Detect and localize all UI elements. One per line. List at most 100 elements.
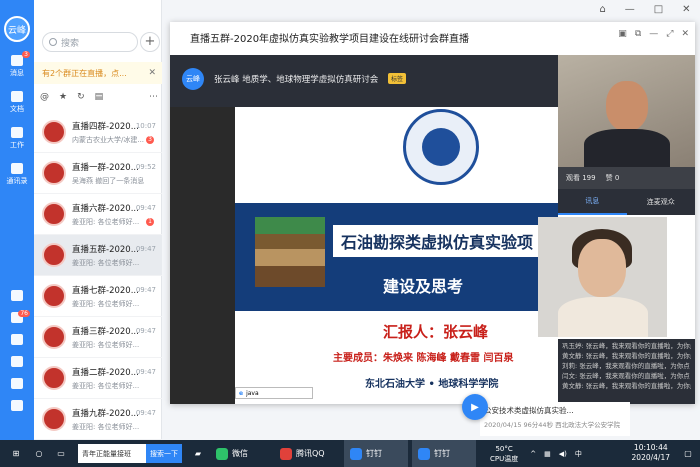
group-avatar	[42, 366, 66, 390]
task-view-icon[interactable]: ▭	[52, 440, 70, 467]
close-button[interactable]: ✕	[682, 4, 690, 18]
chat-item[interactable]: 直播七群-2020... 姜亚阳: 各位老师好... 09:47	[34, 276, 162, 317]
slide: 石油勘探类虚拟仿真实验项 建设及思考 汇报人：张云峰 主要成员：朱焕来 陈海峰 …	[235, 107, 558, 404]
group-avatar	[42, 243, 66, 267]
message-icon	[11, 54, 23, 66]
windows-start-icon[interactable]: ⊞	[6, 440, 26, 467]
tray-expand-icon[interactable]: ^	[530, 450, 536, 458]
slide-toolbar[interactable]: e java	[235, 387, 313, 399]
message-line: 黄文静: 张云峰，我来观看你的直播啦，为你点	[562, 382, 691, 390]
notification-icon[interactable]: ▢	[680, 440, 696, 467]
slide-university: 东北石油大学 • 地球科学学院	[365, 379, 499, 390]
more-icon[interactable]: ⋯	[149, 92, 158, 106]
chat-list: 直播四群-2020... 内蒙古农业大学/冰建... 10:07 3 直播一群-202…	[34, 112, 162, 440]
message-feed: 巩玉婷: 张云峰，我来观看你的直播啦，为你点 黄文静: 张云峰，我来观看你的直播…	[558, 339, 695, 404]
message-line: 黄文静: 张云峰，我来观看你的直播啦，为你点	[562, 352, 691, 360]
close-button[interactable]: ✕	[681, 29, 689, 39]
group-avatar	[42, 407, 66, 431]
document-icon	[11, 90, 23, 102]
ding-icon[interactable]	[0, 373, 34, 395]
university-seal	[403, 109, 479, 185]
cpu-temp[interactable]: 50°C CPU温度	[490, 444, 518, 464]
calendar-icon[interactable]	[0, 285, 34, 307]
clipboard-icon[interactable]: ▤	[95, 92, 104, 106]
play-icon[interactable]: ▶	[462, 394, 488, 420]
add-button[interactable]: +	[140, 32, 160, 52]
taskbar-app-qq[interactable]: 腾讯QQ	[274, 440, 331, 467]
replay-meta: 2020/04/15 96分44秒 西北政法大学公安学院	[484, 421, 621, 429]
system-tray: 50°C CPU温度 ^ ▦ ◀) 中	[490, 440, 582, 467]
star-icon[interactable]: ★	[59, 92, 67, 106]
presenter-tag: 标签	[388, 73, 407, 84]
unread-badge: 1	[146, 218, 154, 226]
chat-item[interactable]: 直播九群-2020... 姜亚阳: 各位老师好... 09:47	[34, 399, 162, 440]
nav-contacts[interactable]: 通讯录	[0, 156, 34, 192]
group-avatar	[42, 120, 66, 144]
user-avatar[interactable]: 云峰	[4, 16, 30, 42]
close-icon[interactable]: ✕	[148, 68, 156, 78]
presenter-camera	[558, 55, 695, 167]
message-line: 刘莉: 张云峰，我来观看你的直播啦，为你点	[562, 362, 690, 370]
nav-messages[interactable]: 消息 3	[0, 48, 34, 84]
wechat-icon	[216, 447, 228, 460]
nav-docs[interactable]: 文档	[0, 84, 34, 120]
live-notice-bar[interactable]: 有2个群正在直播，点... ✕	[34, 62, 162, 84]
contacts-icon	[11, 162, 23, 174]
live-stats: 观看 199 赞 0	[558, 167, 695, 189]
ime-indicator[interactable]: 中	[575, 449, 582, 459]
chat-item[interactable]: 直播二群-2020... 姜亚阳: 各位老师好... 09:47	[34, 358, 162, 399]
ie-icon: e	[239, 389, 244, 397]
cortana-icon[interactable]: ○	[30, 440, 48, 467]
live-stream-window: 直播五群-2020年虚拟仿真实验教学项目建设在线研讨会群直播 ▣ ⧉ — ⤢ ✕…	[170, 22, 695, 404]
network-icon[interactable]: ▦	[544, 450, 551, 458]
fullscreen-icon[interactable]: ⤢	[666, 29, 673, 39]
taskbar-search-input[interactable]: 青年正能量接班 搜索一下	[78, 444, 182, 463]
presentation-stage: 云峰 张云峰 地质学、地球物理学虚拟仿真研讨会 标签 石油勘探类虚拟仿真实验项 …	[170, 55, 558, 404]
minimize-button[interactable]: —	[649, 29, 658, 39]
window-controls: ⌂ — □ ✕	[590, 4, 700, 18]
replay-item[interactable]: 公安技术类虚拟仿真实验... 2020/04/15 96分44秒 西北政法大学公…	[480, 402, 630, 436]
presenter-name: 张云峰 地质学、地球物理学虚拟仿真研讨会	[214, 75, 379, 85]
unread-badge: 3	[146, 136, 154, 144]
mention-icon[interactable]: @	[40, 92, 49, 106]
taskbar-app-dingtalk[interactable]: 钉钉	[344, 440, 408, 467]
message-line: 闫文: 张云峰，我来观看你的直播啦，为你点	[562, 372, 690, 380]
minimize-button[interactable]: —	[625, 4, 635, 18]
pin-icon[interactable]: ⌂	[599, 4, 605, 18]
taskbar-clock[interactable]: 10:10:44 2020/4/17	[632, 443, 670, 463]
replay-title: 公安技术类虚拟仿真实验...	[484, 406, 574, 415]
message-line: 巩玉婷: 张云峰，我来观看你的直播啦，为你点	[562, 342, 691, 350]
settings-icon[interactable]	[0, 395, 34, 417]
taskbar-app-wechat[interactable]: 微信	[210, 440, 254, 467]
slide-reporter: 汇报人：张云峰	[383, 323, 489, 341]
grid-icon	[11, 126, 23, 138]
search-icon	[49, 38, 57, 46]
taskbar-app-dingtalk[interactable]: 钉钉	[412, 440, 476, 467]
phone-icon[interactable]	[0, 351, 34, 373]
group-avatar	[42, 161, 66, 185]
copy-icon[interactable]: ⧉	[635, 29, 641, 39]
chat-item[interactable]: 直播六群-2020... 姜亚阳: 各位老师好... 09:47 1	[34, 194, 162, 235]
chat-item[interactable]: 直播四群-2020... 内蒙古农业大学/冰建... 10:07 3	[34, 112, 162, 153]
maximize-button[interactable]: □	[654, 4, 663, 18]
likes-count[interactable]: 赞 0	[606, 173, 620, 183]
todo-icon[interactable]: 76	[0, 307, 34, 329]
live-window-tools: ▣ ⧉ — ⤢ ✕	[618, 29, 689, 39]
dingtalk-app: 云峰 消息 3 文档 工作 通讯录 76 搜索 + 有2个群正在直播，点... …	[0, 0, 700, 440]
chat-item[interactable]: 直播一群-2020... 吴海燕 撤回了一条消息 09:52	[34, 153, 162, 194]
nav-work[interactable]: 工作	[0, 120, 34, 156]
side-tabs: 讯息 连麦观众	[558, 189, 695, 215]
folder-icon[interactable]: ▰	[190, 440, 206, 467]
tab-co-hosts[interactable]: 连麦观众	[627, 189, 696, 215]
search-input[interactable]: 搜索	[42, 32, 138, 52]
taskbar-search-button[interactable]: 搜索一下	[146, 444, 182, 463]
history-icon[interactable]: ↻	[77, 92, 85, 106]
mail-icon[interactable]	[0, 329, 34, 351]
volume-icon[interactable]: ◀)	[559, 450, 567, 458]
pip-icon[interactable]: ▣	[618, 29, 627, 39]
tab-messages[interactable]: 讯息	[558, 189, 627, 215]
chat-item[interactable]: 直播三群-2020... 姜亚阳: 各位老师好... 09:47	[34, 317, 162, 358]
chat-item-selected[interactable]: 直播五群-2020... 姜亚阳: 各位老师好... 09:47	[34, 235, 162, 276]
title-band: 石油勘探类虚拟仿真实验项 建设及思考	[235, 203, 558, 311]
group-avatar	[42, 202, 66, 226]
